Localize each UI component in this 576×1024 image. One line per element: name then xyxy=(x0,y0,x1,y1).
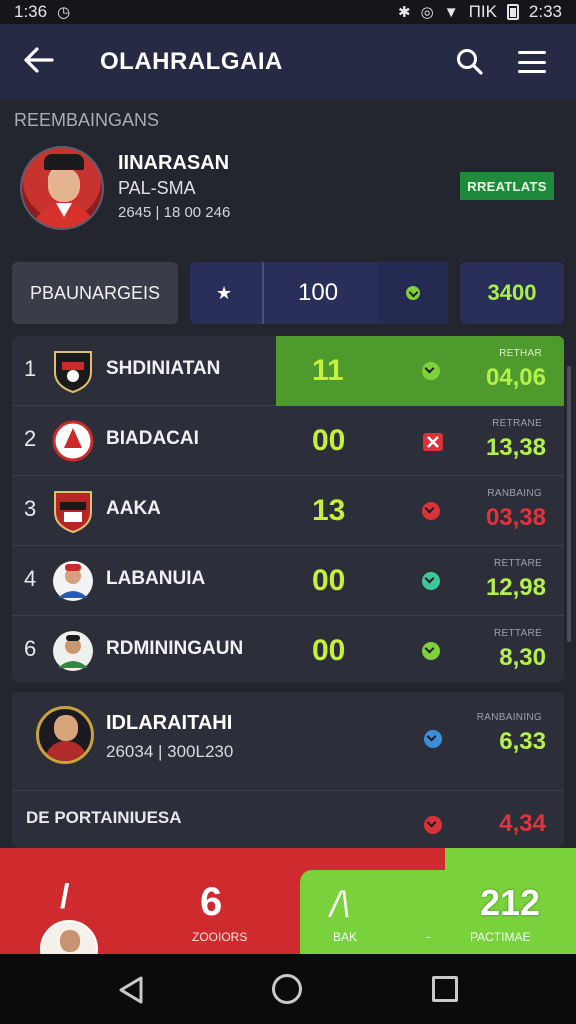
star-icon: ★ xyxy=(216,282,233,303)
row-value: 8,30 xyxy=(499,644,546,671)
row-value: 03,38 xyxy=(485,504,546,531)
section-label: REEMBAINGANS xyxy=(14,110,160,130)
profile-card[interactable]: IINARASAN PAL-SMA 2645 | 18 00 246 RREAT… xyxy=(20,146,560,236)
row-rank: 1 xyxy=(24,356,37,381)
row-rank: 6 xyxy=(24,636,37,661)
status-bar: 1:36 ◷ ✱ ◎ ▼ ΠΙΚ 2:33 xyxy=(0,0,576,24)
team-card-foot: DE PORTAINIUESA xyxy=(26,808,182,827)
status-check-icon xyxy=(424,730,442,753)
arrow-left-icon[interactable] xyxy=(24,46,64,78)
action-count-right: 212 xyxy=(480,882,541,923)
status-down-icon xyxy=(422,502,440,525)
table-row[interactable]: 1 SHDINIATAN 11 RETHAR 04,06 xyxy=(12,336,564,406)
team-name: SHDINIATAN xyxy=(106,358,221,379)
table-row[interactable]: 2 BIADACAI 00 RETRANE 13,38 xyxy=(12,406,564,476)
results-button[interactable]: RREATLATS xyxy=(460,172,554,200)
total-value[interactable]: 3400 xyxy=(460,262,564,324)
status-check-icon xyxy=(422,642,440,665)
avatar xyxy=(36,706,94,764)
status-clock: 2:33 xyxy=(528,2,562,21)
system-nav-bar xyxy=(0,954,576,1024)
alarm-icon: ◎ xyxy=(420,4,434,21)
action-label-right[interactable]: PACTIMAE xyxy=(470,930,530,944)
standings-table: 1 SHDINIATAN 11 RETHAR 04,06 2 BIADACAI … xyxy=(12,336,564,682)
status-x-icon xyxy=(422,432,444,457)
team-card-foot-value: 4,34 xyxy=(499,810,546,837)
team-crest-icon xyxy=(54,351,92,394)
avatar xyxy=(20,146,104,230)
battery-icon xyxy=(506,4,519,20)
team-crest-icon xyxy=(52,420,94,462)
team-card-value: 6,33 xyxy=(499,728,546,755)
app-bar: OLAHRALGAIA xyxy=(0,24,576,100)
team-score: 00 xyxy=(312,564,346,597)
row-value: 04,06 xyxy=(485,364,546,391)
wifi-icon: ▼ xyxy=(443,3,459,21)
value-text: 100 xyxy=(298,279,339,306)
status-check-icon xyxy=(422,362,440,385)
action-label-left[interactable]: ZOOIORS xyxy=(192,930,247,944)
page-title: OLAHRALGAIA xyxy=(100,48,283,75)
slash-icon[interactable]: /\ xyxy=(330,884,350,926)
whistle-icon[interactable]: / xyxy=(60,878,69,917)
team-card[interactable]: IDLARAITAHI 26034 | 300L230 RANBAINING 6… xyxy=(12,692,564,848)
profile-meta: 2645 | 18 00 246 xyxy=(118,204,231,221)
team-crest-icon xyxy=(54,491,92,534)
row-value: 12,98 xyxy=(485,574,546,601)
table-row[interactable]: 4 LABANUIA 00 RETTARE 12,98 xyxy=(12,546,564,616)
scrollbar[interactable] xyxy=(567,366,571,642)
action-count: 6 xyxy=(200,880,223,924)
team-score: 00 xyxy=(312,424,346,457)
status-text: ΠΙΚ xyxy=(468,2,497,21)
filter-row: PBAUNARGEIS ★ 100 3400 xyxy=(12,262,564,326)
team-name: LABANUIA xyxy=(106,568,206,589)
avatar[interactable] xyxy=(40,920,98,954)
row-label: RETTARE xyxy=(493,558,542,569)
nav-recents-icon[interactable] xyxy=(432,976,458,1002)
team-card-name: IDLARAITAHI xyxy=(106,712,233,734)
chevron-down-icon[interactable] xyxy=(378,262,448,324)
profile-subtitle: PAL-SMA xyxy=(118,178,196,198)
status-check-icon xyxy=(422,572,440,595)
status-down-icon xyxy=(424,816,442,839)
row-label: RETRANE xyxy=(492,418,542,429)
nav-home-icon[interactable] xyxy=(272,974,302,1004)
table-row[interactable]: 6 RDMININGAUN 00 RETTARE 8,30 xyxy=(12,616,564,682)
team-name: RDMININGAUN xyxy=(106,638,244,659)
row-label: RETTARE xyxy=(493,628,542,639)
action-bar: / 6 ZOOIORS /\ BAK - 212 PACTIMAE xyxy=(0,848,576,954)
notification-icon: ◷ xyxy=(57,4,71,21)
team-score: 00 xyxy=(312,634,346,667)
value-selector[interactable]: ★ 100 xyxy=(190,262,448,324)
team-card-meta: 26034 | 300L230 xyxy=(106,742,234,761)
team-name: AAKA xyxy=(106,498,161,519)
row-label: RANBAING xyxy=(487,488,542,499)
action-dash: - xyxy=(426,928,431,944)
team-card-label: RANBAINING xyxy=(476,712,542,723)
category-dropdown[interactable]: PBAUNARGEIS xyxy=(12,262,178,324)
profile-name: IINARASAN xyxy=(118,152,230,174)
nav-back-icon[interactable] xyxy=(118,976,144,1004)
row-rank: 3 xyxy=(24,496,37,521)
team-score: 13 xyxy=(312,494,346,527)
bluetooth-icon: ✱ xyxy=(398,4,411,21)
action-label-mid[interactable]: BAK xyxy=(333,930,357,944)
row-rank: 4 xyxy=(24,566,37,591)
menu-icon[interactable] xyxy=(512,42,552,82)
table-row[interactable]: 3 AAKA 13 RANBAING 03,38 xyxy=(12,476,564,546)
team-name: BIADACAI xyxy=(106,428,199,449)
team-score: 11 xyxy=(312,354,344,387)
row-label: RETHAR xyxy=(499,348,542,359)
row-value: 13,38 xyxy=(485,434,546,461)
player-avatar xyxy=(53,561,93,601)
player-avatar xyxy=(53,631,93,671)
row-rank: 2 xyxy=(24,426,37,451)
status-time: 1:36 xyxy=(14,2,48,21)
search-icon[interactable] xyxy=(450,42,490,82)
